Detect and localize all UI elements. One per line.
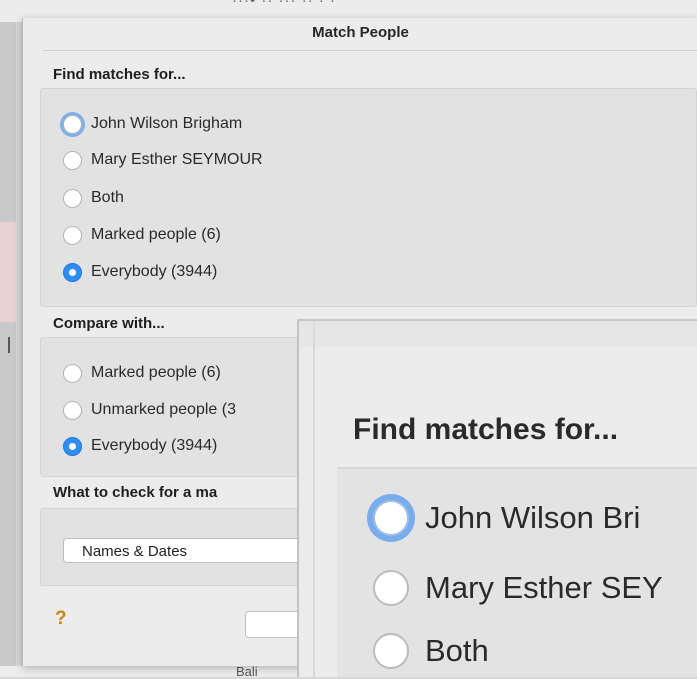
compare-option-everybody[interactable]: Everybody (3944) (63, 434, 217, 458)
background-highlight (0, 222, 16, 322)
compare-with-heading: Compare with... (53, 315, 165, 332)
zoom-inset: Find matches for... John Wilson Bri Mary… (297, 319, 697, 677)
radio-label: Mary Esther SEYMOUR (91, 151, 263, 168)
radio-button-selected[interactable] (63, 262, 82, 282)
title-divider (43, 50, 697, 51)
zoom-option-mary-esther-seymour[interactable]: Mary Esther SEY (373, 563, 663, 613)
radio-button[interactable] (373, 633, 409, 669)
radio-label: Everybody (3944) (91, 263, 218, 280)
zoom-divider (313, 321, 315, 677)
dialog-title: Match People (312, 24, 409, 41)
radio-label: John Wilson Bri (425, 500, 641, 535)
find-matches-heading: Find matches for... (53, 66, 186, 83)
radio-button-selected[interactable] (63, 436, 82, 456)
background-window-edge (0, 22, 16, 677)
compare-option-marked-people[interactable]: Marked people (6) (63, 361, 221, 385)
background-partial-text: ···• ·· ··· ·· · · (232, 0, 337, 9)
find-option-both[interactable]: Both (63, 186, 124, 210)
radio-label: Both (91, 189, 124, 206)
radio-button[interactable] (63, 150, 82, 170)
find-option-marked-people[interactable]: Marked people (6) (63, 223, 221, 247)
zoom-top-band (299, 321, 697, 347)
radio-label: Marked people (6) (91, 364, 221, 381)
radio-button[interactable] (373, 570, 409, 606)
check-criteria-popup[interactable]: Names & Dates (63, 538, 313, 563)
radio-label: Unmarked people (3 (91, 401, 236, 418)
zoom-option-both[interactable]: Both (373, 626, 489, 676)
zoom-find-matches-heading: Find matches for... (353, 413, 619, 446)
help-button[interactable]: ? (55, 608, 77, 630)
radio-button[interactable] (63, 363, 82, 383)
find-option-everybody[interactable]: Everybody (3944) (63, 260, 217, 284)
radio-label: John Wilson Brigham (91, 115, 243, 132)
find-option-mary-esther-seymour[interactable]: Mary Esther SEYMOUR (63, 148, 263, 172)
what-to-check-heading: What to check for a ma (53, 484, 218, 501)
radio-button[interactable] (63, 400, 82, 420)
radio-button[interactable] (373, 500, 409, 536)
radio-label: Everybody (3944) (91, 437, 218, 454)
find-option-john-wilson-brigham[interactable]: John Wilson Brigham (63, 112, 242, 136)
radio-label: Both (425, 633, 489, 668)
radio-button[interactable] (63, 188, 82, 208)
radio-button[interactable] (63, 225, 82, 245)
radio-label: Mary Esther SEY (425, 570, 663, 605)
zoom-option-john-wilson-brigham[interactable]: John Wilson Bri (373, 493, 640, 543)
compare-option-unmarked-people[interactable]: Unmarked people (3 (63, 398, 236, 422)
background-marker (8, 337, 10, 353)
radio-label: Marked people (6) (91, 226, 221, 243)
radio-button[interactable] (63, 114, 82, 134)
